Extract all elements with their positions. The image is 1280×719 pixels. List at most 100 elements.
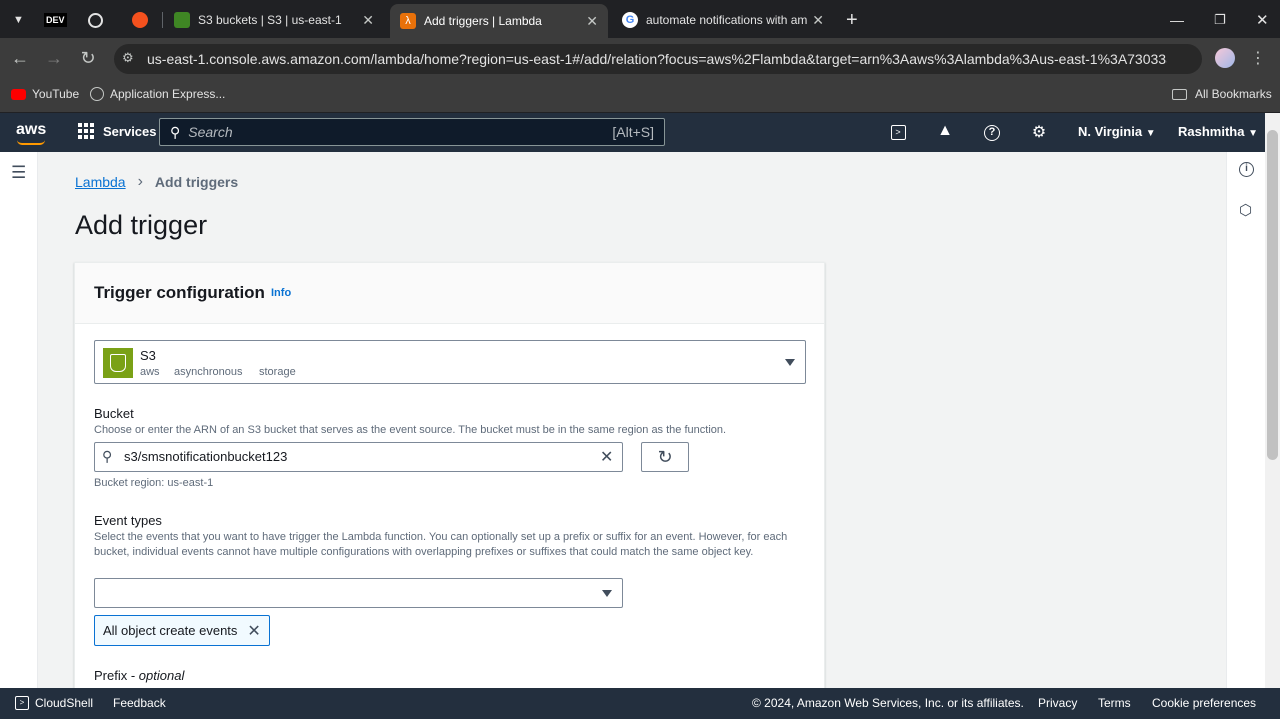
bookmarks-bar: YouTube Application Express... All Bookm… [0, 80, 1280, 112]
back-icon[interactable]: ← [9, 48, 31, 69]
aws-search-input[interactable]: ⚲ Search [Alt+S] [159, 118, 665, 146]
grid-icon [78, 123, 94, 139]
close-icon[interactable]: ✕ [812, 12, 824, 29]
trigger-configuration-panel: Trigger configuration Info S3 aws asynch… [74, 262, 825, 702]
window-close-button[interactable]: ✕ [1246, 6, 1279, 34]
source-tag: aws [140, 366, 160, 378]
clear-icon[interactable]: ✕ [600, 447, 613, 467]
pinned-tab-chatgpt[interactable] [88, 6, 103, 34]
bucket-description: Choose or enter the ARN of an S3 bucket … [94, 424, 727, 436]
search-placeholder: Search [188, 124, 233, 140]
minimize-button[interactable]: — [1160, 6, 1194, 34]
hamburger-menu-icon[interactable]: ☰ [11, 163, 26, 183]
tab-title: Add triggers | Lambda [424, 14, 542, 28]
forward-icon[interactable]: → [43, 48, 65, 69]
s3-bucket-icon [103, 348, 133, 378]
feedback-link[interactable]: Feedback [113, 696, 166, 710]
cookie-preferences-link[interactable]: Cookie preferences [1152, 696, 1256, 710]
restore-button[interactable]: ❐ [1204, 6, 1236, 34]
caret-down-icon [785, 359, 795, 366]
help-icon[interactable]: ? [982, 122, 1002, 141]
search-icon: ⚲ [102, 448, 113, 464]
app-icon [132, 12, 148, 28]
caret-down-icon: ▼ [1248, 128, 1258, 139]
all-bookmarks[interactable]: All Bookmarks [1172, 87, 1272, 101]
info-link[interactable]: Info [271, 287, 291, 299]
trigger-source-select[interactable]: S3 aws asynchronous storage [94, 340, 806, 384]
tab-google-search[interactable]: G automate notifications with am ✕ [612, 6, 834, 34]
chevron-down-icon: ▼ [13, 14, 24, 26]
close-icon[interactable]: ✕ [362, 12, 374, 29]
search-icon: ⚲ [170, 123, 181, 140]
cloudshell-button[interactable]: > CloudShell [15, 696, 93, 710]
copyright-text: © 2024, Amazon Web Services, Inc. or its… [752, 696, 1024, 710]
event-types-select[interactable] [94, 578, 623, 608]
scrollbar-thumb[interactable] [1267, 130, 1278, 460]
minimize-icon: — [1170, 12, 1184, 28]
url-text[interactable]: us-east-1.console.aws.amazon.com/lambda/… [147, 51, 1167, 67]
event-types-label: Event types [94, 513, 162, 528]
caret-down-icon: ▼ [1145, 128, 1156, 139]
chatgpt-icon [88, 12, 103, 28]
bucket-region-note: Bucket region: us-east-1 [94, 477, 214, 489]
bookmark-label: All Bookmarks [1195, 87, 1272, 101]
aws-smile-icon [17, 140, 45, 145]
selected-event-token: All object create events ✕ [94, 615, 270, 646]
prefix-label: Prefix - optional [94, 668, 185, 683]
cloudshell-icon: > [15, 696, 29, 710]
panel-title: Trigger configuration [94, 283, 265, 302]
pinned-tab-app[interactable] [132, 6, 148, 34]
site-info-icon[interactable]: ⚙ [122, 50, 134, 66]
breadcrumb-current: Add triggers [154, 174, 239, 190]
privacy-link[interactable]: Privacy [1038, 696, 1077, 710]
page-title: Add trigger [75, 210, 208, 240]
new-tab-button[interactable]: + [836, 6, 868, 34]
pinned-tab-dev[interactable]: DEV [44, 6, 67, 34]
prefix-label-text: Prefix [94, 668, 128, 683]
tab-title: S3 buckets | S3 | us-east-1 [198, 13, 342, 27]
hexagon-icon[interactable]: ⬡ [1239, 201, 1252, 219]
tab-s3-buckets[interactable]: S3 buckets | S3 | us-east-1 ✕ [164, 6, 384, 34]
remove-token-icon[interactable]: ✕ [247, 621, 260, 641]
tab-title: automate notifications with am [646, 13, 808, 27]
s3-icon [174, 12, 190, 28]
dev-icon: DEV [44, 13, 67, 27]
folder-icon [1172, 88, 1187, 100]
reload-icon[interactable]: ↻ [77, 48, 99, 69]
breadcrumb-lambda[interactable]: Lambda [75, 174, 126, 190]
lambda-icon: λ [400, 13, 416, 29]
refresh-button[interactable]: ↻ [641, 442, 689, 472]
aws-footer: > CloudShell Feedback © 2024, Amazon Web… [0, 688, 1280, 719]
side-nav-rail: ☰ [0, 152, 38, 688]
close-icon[interactable]: ✕ [586, 13, 598, 30]
page-content: ☰ i ⬡ Lambda › Add triggers Add trigger … [0, 152, 1265, 702]
token-label: All object create events [103, 623, 238, 638]
breadcrumb: Lambda › Add triggers [75, 173, 238, 191]
cloudshell-label: CloudShell [35, 696, 94, 710]
chevron-right-icon: › [137, 173, 143, 190]
aws-top-nav: aws Services ⚲ Search [Alt+S] > ▲ ? ⚙ N.… [0, 113, 1280, 152]
account-menu[interactable]: Rashmitha ▼ [1178, 124, 1258, 139]
terms-link[interactable]: Terms [1098, 696, 1131, 710]
info-icon[interactable]: i [1239, 162, 1254, 177]
profile-avatar[interactable] [1214, 48, 1236, 73]
source-tag: storage [259, 366, 296, 378]
menu-icon[interactable]: ⋮ [1247, 48, 1269, 68]
gear-icon[interactable]: ⚙ [1029, 122, 1049, 142]
cloudshell-icon[interactable]: > [888, 122, 908, 140]
bookmark-label: Application Express... [110, 87, 226, 101]
services-menu[interactable]: Services [78, 123, 157, 139]
bell-icon[interactable]: ▲ [935, 122, 955, 140]
services-label: Services [103, 123, 157, 139]
region-selector[interactable]: N. Virginia ▼ [1078, 124, 1156, 139]
aws-logo[interactable]: aws [16, 121, 46, 139]
caret-down-icon [602, 590, 612, 597]
bucket-input[interactable]: ⚲ s3/smsnotificationbucket123 ✕ [94, 442, 623, 472]
bookmark-app-express[interactable]: Application Express... [90, 87, 225, 101]
youtube-icon [11, 88, 26, 100]
globe-icon [90, 87, 104, 101]
tab-add-triggers[interactable]: λ Add triggers | Lambda ✕ [390, 4, 608, 38]
bookmark-youtube[interactable]: YouTube [11, 87, 79, 101]
tab-search-button[interactable]: ▼ [6, 6, 32, 34]
browser-tab-strip: ▼ DEV S3 buckets | S3 | us-east-1 ✕ λ Ad… [0, 0, 1280, 38]
